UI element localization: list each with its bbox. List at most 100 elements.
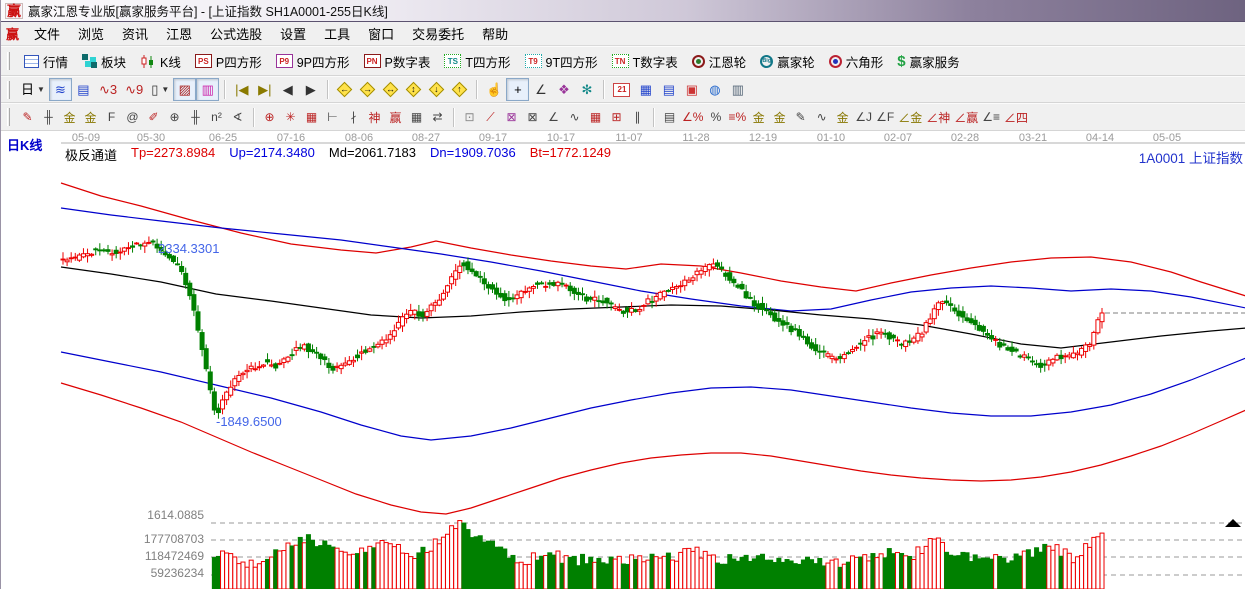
btn-prev-page[interactable]: ◀ (276, 78, 299, 101)
draw-tool-5[interactable]: @ (122, 106, 143, 128)
menu-item-3[interactable]: 江恩 (157, 22, 201, 45)
menu-item-9[interactable]: 帮助 (473, 22, 517, 45)
draw-tool-36[interactable]: 金 (748, 106, 769, 128)
draw-tool-37[interactable]: 金 (769, 106, 790, 128)
menu-item-0[interactable]: 文件 (25, 22, 69, 45)
draw-tool-38[interactable]: ✎ (790, 106, 811, 128)
menu-item-8[interactable]: 交易委托 (403, 22, 473, 45)
draw-tool-12[interactable]: ⊕ (259, 106, 280, 128)
btn-next-page[interactable]: ▶ (299, 78, 322, 101)
btn-p-table[interactable]: PNP数字表 (357, 50, 438, 73)
btn-calculator[interactable]: ▦ (634, 78, 657, 101)
menu-item-7[interactable]: 窗口 (359, 22, 403, 45)
btn-t-table[interactable]: TNT数字表 (605, 50, 685, 73)
draw-tool-7[interactable]: ⊕ (164, 106, 185, 128)
draw-tool-8[interactable]: ╫ (185, 106, 206, 128)
menu-item-5[interactable]: 设置 (271, 22, 315, 45)
btn-gann-wheel[interactable]: 江恩轮 (685, 50, 754, 73)
btn-pan-right[interactable]: → (356, 78, 379, 101)
draw-tool-1[interactable]: ╫ (38, 106, 59, 128)
draw-tool-9[interactable]: n² (206, 106, 227, 128)
btn-web[interactable]: ◍ (703, 78, 726, 101)
btn-save[interactable]: ▣ (680, 78, 703, 101)
draw-tool-44[interactable]: ∠神 (924, 106, 952, 128)
draw-tool-6[interactable]: ✐ (143, 106, 164, 128)
btn-9t-square[interactable]: T99T四方形 (518, 50, 605, 73)
draw-tool-10[interactable]: ∢ (227, 106, 248, 128)
draw-tool-29[interactable]: ⊞ (606, 106, 627, 128)
draw-tool-17[interactable]: 神 (364, 106, 385, 128)
draw-tool-4[interactable]: F (101, 106, 122, 128)
draw-tool-35[interactable]: ≡% (726, 106, 748, 128)
btn-candle-style[interactable]: ▯▼ (147, 78, 173, 101)
draw-tool-20[interactable]: ⇄ (427, 106, 448, 128)
btn-calendar[interactable]: 21 (609, 78, 634, 101)
draw-tool-43[interactable]: ∠金 (896, 106, 924, 128)
draw-tool-39[interactable]: ∿ (811, 106, 832, 128)
btn-trend-line[interactable]: ∠ (529, 78, 552, 101)
btn-sectors[interactable]: 板块 (75, 50, 133, 73)
btn-wave-9[interactable]: ∿9 (121, 78, 147, 101)
draw-tool-23[interactable]: ⟋ (480, 106, 501, 128)
draw-tool-18[interactable]: 赢 (385, 106, 406, 128)
menu-item-4[interactable]: 公式选股 (201, 22, 271, 45)
draw-tool-3[interactable]: 金 (80, 106, 101, 128)
btn-notes[interactable]: ▤ (657, 78, 680, 101)
menu-item-1[interactable]: 浏览 (69, 22, 113, 45)
btn-p-square[interactable]: PSP四方形 (188, 50, 269, 73)
draw-tool-25[interactable]: ⊠ (522, 106, 543, 128)
btn-last-page[interactable]: ▶| (253, 78, 276, 101)
draw-tool-33[interactable]: ∠% (680, 106, 705, 128)
draw-tool-2[interactable]: 金 (59, 106, 80, 128)
draw-tool-45[interactable]: ∠赢 (952, 106, 980, 128)
draw-tool-27[interactable]: ∿ (564, 106, 585, 128)
draw-tool-34[interactable]: % (705, 106, 726, 128)
btn-zoom-x[interactable]: ↔ (379, 78, 402, 101)
btn-kline[interactable]: K线 (133, 50, 188, 73)
btn-gann-shape[interactable]: ❖ (552, 78, 575, 101)
draw-tool-19[interactable]: ▦ (406, 106, 427, 128)
draw-tool-16[interactable]: ∤ (343, 106, 364, 128)
btn-winner-wheel[interactable]: Big赢家轮 (753, 50, 822, 73)
btn-wave-3[interactable]: ∿3 (95, 78, 121, 101)
btn-period-day[interactable]: 日▼ (17, 78, 49, 101)
btn-pan-down[interactable]: ↓ (425, 78, 448, 101)
draw-tool-32[interactable]: ▤ (659, 106, 680, 128)
btn-drag-hand[interactable]: ☝ (482, 78, 506, 101)
draw-tool-26[interactable]: ∠ (543, 106, 564, 128)
draw-tool-13[interactable]: ✳ (280, 106, 301, 128)
btn-remote[interactable]: ▥ (726, 78, 749, 101)
toolbar-grip[interactable] (7, 52, 10, 70)
draw-tool-24[interactable]: ⊠ (501, 106, 522, 128)
draw-tool-14[interactable]: ▦ (301, 106, 322, 128)
draw-tool-40[interactable]: 金 (832, 106, 853, 128)
draw-tool-41[interactable]: ∠J (853, 106, 874, 128)
btn-region-map[interactable]: ▨ (173, 78, 196, 101)
btn-pattern[interactable]: ✻ (575, 78, 598, 101)
btn-t-square[interactable]: TST四方形 (437, 50, 517, 73)
btn-hexagon[interactable]: 六角形 (822, 50, 891, 73)
btn-quotes[interactable]: 行情 (17, 50, 75, 73)
btn-pan-up[interactable]: ↑ (448, 78, 471, 101)
btn-winner-service[interactable]: $赢家服务 (890, 50, 966, 73)
menu-item-2[interactable]: 资讯 (113, 22, 157, 45)
draw-tool-0[interactable]: ✎ (17, 106, 38, 128)
toolbar-grip[interactable] (7, 108, 10, 126)
btn-info-list[interactable]: ▤ (72, 78, 95, 101)
draw-tool-15[interactable]: ⊢ (322, 106, 343, 128)
draw-tool-30[interactable]: ∥ (627, 106, 648, 128)
btn-zoom-y[interactable]: ↕ (402, 78, 425, 101)
btn-main-view[interactable]: ≋ (49, 78, 72, 101)
title-bar[interactable]: 赢 赢家江恩专业版[赢家服务平台] - [上证指数 SH1A0001-255日K… (1, 0, 1245, 22)
draw-tool-28[interactable]: ▦ (585, 106, 606, 128)
toolbar-grip[interactable] (7, 81, 10, 99)
btn-crosshair[interactable]: + (506, 78, 529, 101)
draw-tool-22[interactable]: ⊡ (459, 106, 480, 128)
btn-volume-view[interactable]: ▥ (196, 78, 219, 101)
draw-tool-42[interactable]: ∠F (874, 106, 896, 128)
draw-tool-46[interactable]: ∠≡ (980, 106, 1002, 128)
menu-item-6[interactable]: 工具 (315, 22, 359, 45)
btn-9p-square[interactable]: P99P四方形 (269, 50, 357, 73)
draw-tool-47[interactable]: ∠四 (1002, 106, 1030, 128)
btn-first-page[interactable]: |◀ (230, 78, 253, 101)
